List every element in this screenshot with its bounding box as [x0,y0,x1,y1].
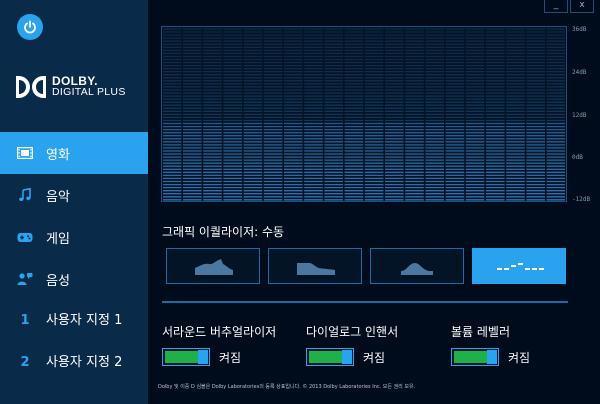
window-controls: _ x [542,0,594,13]
nav-label: 사용자 지정 1 [46,313,123,328]
nav-label: 사용자 지정 2 [46,355,123,370]
copyright-notice: Dolby 및 이중 D 심볼은 Dolby Laboratories의 등록 … [158,384,416,390]
nav-item-custom-1[interactable]: 1 사용자 지정 1 [0,300,148,342]
gamepad-icon [16,228,34,246]
dialogue-enhancer: 다이얼로그 인핸서 켜짐 [306,323,398,366]
nav-label: 음성 [46,273,70,289]
profile-nav: 영화 음악 게임 음성 1 사용자 지정 1 2 사용자 지정 2 [0,132,148,384]
dolby-double-d-icon [16,76,46,98]
sidebar: DOLBY. DIGITAL PLUS 영화 음악 게임 음성 1 사용자 지정… [0,0,148,404]
music-note-icon [16,186,34,204]
eq-preset-focused[interactable] [370,248,464,284]
section-divider [162,301,568,303]
nav-item-music[interactable]: 음악 [0,174,148,216]
nav-label: 영화 [46,147,70,163]
db-label: 12dB [572,112,587,119]
nav-item-movie[interactable]: 영화 [0,132,148,174]
close-button[interactable]: x [570,0,594,13]
nav-item-voice[interactable]: 음성 [0,258,148,300]
volume-leveler: 볼륨 레벨러 켜짐 [451,323,530,366]
equalizer-title: 그래픽 이퀄라이저: 수동 [162,225,285,239]
eq-preset-open[interactable] [166,248,260,284]
nav-label: 게임 [46,231,70,247]
eq-preset-open-icon [195,259,233,275]
feature-label: 다이얼로그 인핸서 [306,325,399,339]
nav-item-custom-2[interactable]: 2 사용자 지정 2 [0,342,148,384]
custom-2-number: 2 [20,355,30,370]
equalizer-bands [163,27,565,201]
dolby-logo: DOLBY. DIGITAL PLUS [16,75,126,98]
eq-preset-focused-icon [401,263,433,275]
power-icon [24,20,36,34]
db-label: 36dB [572,26,587,33]
custom-1-number: 1 [20,313,30,328]
surround-virtualizer: 서라운드 버추얼라이저 켜짐 [162,323,276,366]
minimize-button[interactable]: _ [544,0,568,13]
db-label: -12dB [572,196,591,203]
eq-preset-manual[interactable] [472,248,566,284]
eq-preset-rich[interactable] [268,248,362,284]
toggle-state: 켜짐 [363,350,386,365]
toggle-state: 켜짐 [508,350,531,365]
db-label: 24dB [572,69,587,76]
volume-leveler-toggle[interactable] [451,348,499,366]
db-label: 0dB [572,154,583,161]
feature-label: 볼륨 레벨러 [451,325,511,339]
eq-band-lattice [163,27,565,201]
voice-icon [16,270,34,288]
feature-label: 서라운드 버추얼라이저 [162,325,277,339]
nav-item-game[interactable]: 게임 [0,216,148,258]
equalizer-presets [166,248,574,284]
toggle-state: 켜짐 [219,350,242,365]
power-button[interactable] [17,14,43,40]
eq-preset-manual-icon [497,263,544,270]
nav-label: 음악 [46,189,70,205]
film-icon [16,144,34,162]
surround-virtualizer-toggle[interactable] [162,348,210,366]
graphic-equalizer[interactable] [161,26,567,202]
dialogue-enhancer-toggle[interactable] [306,348,354,366]
brand-line2: DIGITAL PLUS [52,86,126,98]
eq-preset-rich-icon [297,263,335,275]
